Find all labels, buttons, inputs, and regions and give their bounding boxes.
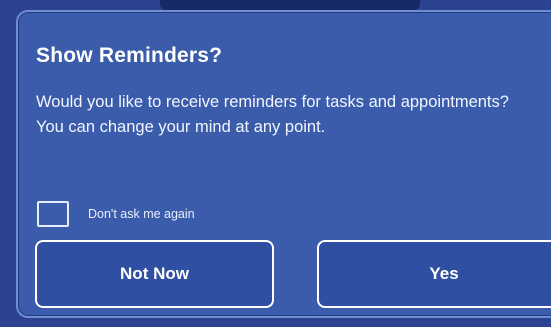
- dont-ask-again-row[interactable]: Don't ask me again: [37, 201, 195, 227]
- not-now-button[interactable]: Not Now: [35, 240, 274, 308]
- dialog-title: Show Reminders?: [36, 44, 223, 67]
- reminders-dialog: Show Reminders? Would you like to receiv…: [16, 10, 551, 318]
- dont-ask-again-checkbox[interactable]: [37, 201, 69, 227]
- yes-button[interactable]: Yes: [317, 240, 551, 308]
- backdrop-header-fragment: [160, 0, 420, 10]
- dialog-message: Would you like to receive reminders for …: [36, 93, 509, 136]
- dont-ask-again-label[interactable]: Don't ask me again: [88, 207, 195, 221]
